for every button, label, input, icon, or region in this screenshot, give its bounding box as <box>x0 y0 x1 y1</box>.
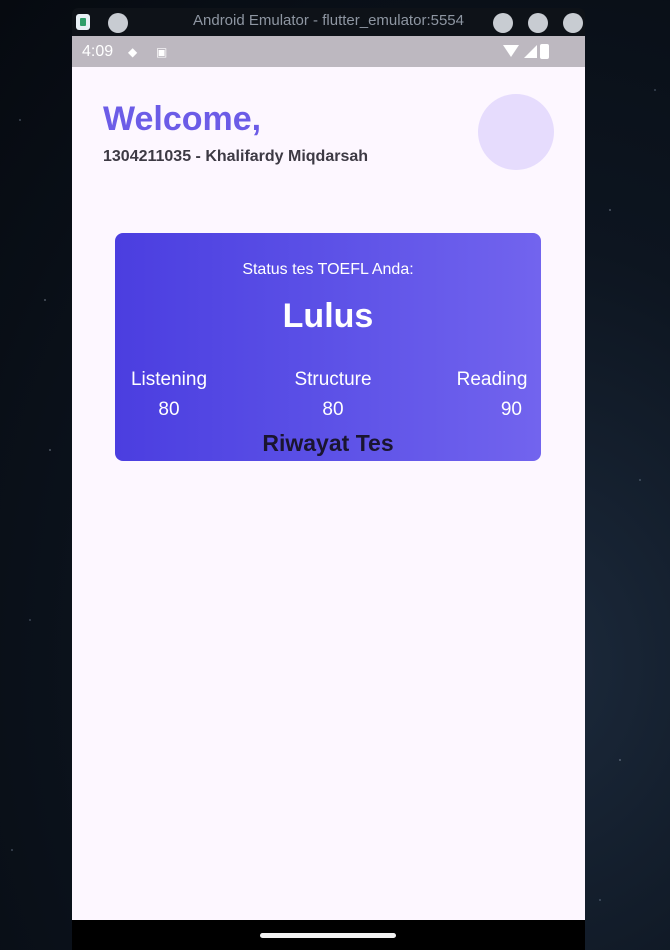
score-value: 80 <box>158 399 180 420</box>
score-value: 90 <box>500 399 522 420</box>
status-bar: 4:09 ◆ ▣ <box>72 36 585 67</box>
welcome-heading: Welcome, <box>103 100 262 138</box>
emulator-title-bar[interactable]: Android Emulator - flutter_emulator:5554 <box>72 8 585 36</box>
home-handle[interactable] <box>260 933 396 938</box>
maximize-icon[interactable] <box>528 13 548 33</box>
score-reading: Reading 90 <box>452 369 532 421</box>
avatar[interactable] <box>478 94 554 170</box>
score-structure: Structure 80 <box>287 369 379 421</box>
signal-icon <box>524 45 537 58</box>
score-label: Reading <box>456 369 528 390</box>
close-icon[interactable] <box>563 13 583 33</box>
status-label: Status tes TOEFL Anda: <box>242 261 414 278</box>
phone-screen: 4:09 ◆ ▣ Welcome, 1304211035 - Khalifard… <box>72 36 585 950</box>
navigation-bar <box>72 920 585 950</box>
minimize-icon[interactable] <box>493 13 513 33</box>
history-button[interactable]: Riwayat Tes <box>115 430 541 457</box>
user-id-name: 1304211035 - Khalifardy Miqdarsah <box>103 148 369 165</box>
toefl-status-card: Status tes TOEFL Anda: Lulus Listening 8… <box>115 233 541 461</box>
status-time: 4:09 <box>82 43 114 60</box>
score-value: 80 <box>322 399 344 420</box>
score-label: Listening <box>130 369 208 390</box>
battery-icon <box>540 44 549 59</box>
score-listening: Listening 80 <box>127 369 211 421</box>
keyboard-icon: ▣ <box>156 45 168 59</box>
shield-icon: ◆ <box>128 45 138 59</box>
status-result: Lulus <box>282 297 374 335</box>
score-label: Structure <box>294 369 372 390</box>
wifi-icon <box>503 45 519 57</box>
